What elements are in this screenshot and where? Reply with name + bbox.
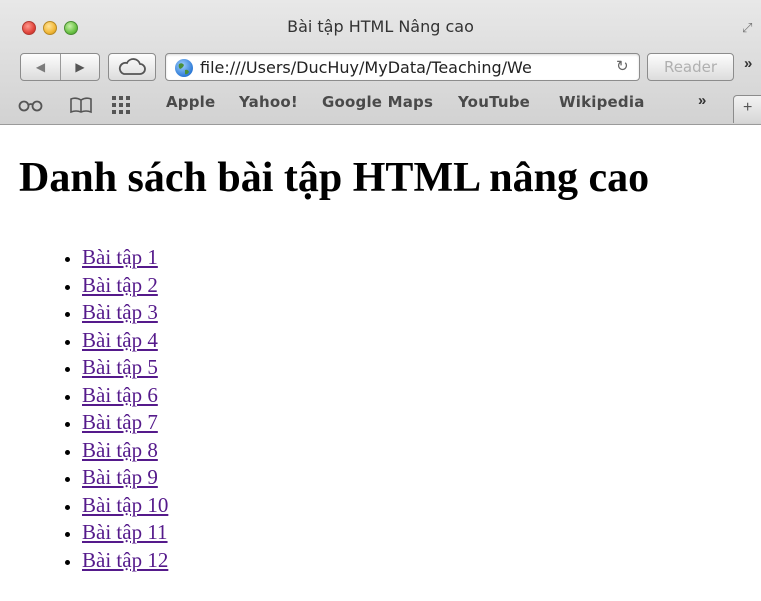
list-item: Bài tập 9	[82, 464, 168, 492]
bookmark-google-maps[interactable]: Google Maps	[322, 93, 433, 111]
exercise-link-11[interactable]: Bài tập 11	[82, 520, 168, 544]
exercise-link-12[interactable]: Bài tập 12	[82, 548, 168, 572]
list-item: Bài tập 2	[82, 272, 168, 300]
bookmark-youtube[interactable]: YouTube	[458, 93, 530, 111]
back-arrow-icon: ◀	[35, 60, 46, 74]
browser-chrome: Bài tập HTML Nâng cao ⤢ ◀ ▶ file:///User…	[0, 0, 761, 125]
exercise-link-10[interactable]: Bài tập 10	[82, 493, 168, 517]
navigation-buttons: ◀ ▶	[20, 53, 100, 81]
exercise-link-4[interactable]: Bài tập 4	[82, 328, 158, 352]
forward-button[interactable]: ▶	[61, 54, 99, 80]
list-item: Bài tập 6	[82, 382, 168, 410]
window-title: Bài tập HTML Nâng cao	[287, 17, 474, 36]
list-item: Bài tập 7	[82, 409, 168, 437]
bookmarks-book-icon[interactable]	[69, 96, 93, 114]
exercise-link-7[interactable]: Bài tập 7	[82, 410, 158, 434]
exercise-link-6[interactable]: Bài tập 6	[82, 383, 158, 407]
bookmark-yahoo[interactable]: Yahoo!	[239, 93, 298, 111]
exercise-link-1[interactable]: Bài tập 1	[82, 245, 158, 269]
exercise-link-3[interactable]: Bài tập 3	[82, 300, 158, 324]
back-button[interactable]: ◀	[21, 54, 61, 80]
list-item: Bài tập 11	[82, 519, 168, 547]
fullscreen-icon[interactable]: ⤢	[742, 20, 752, 36]
bookmarks-bar: Apple Yahoo! Google Maps YouTube Wikiped…	[0, 90, 761, 123]
new-tab-button[interactable]: +	[733, 95, 761, 123]
list-item: Bài tập 10	[82, 492, 168, 520]
list-item: Bài tập 5	[82, 354, 168, 382]
exercise-link-9[interactable]: Bài tập 9	[82, 465, 158, 489]
bookmarks-overflow-button[interactable]: »	[698, 92, 706, 109]
forward-arrow-icon: ▶	[75, 60, 85, 74]
top-sites-grid-icon[interactable]	[111, 95, 131, 115]
bookmark-apple[interactable]: Apple	[166, 93, 215, 111]
icloud-tabs-button[interactable]	[108, 53, 156, 81]
list-item: Bài tập 8	[82, 437, 168, 465]
address-bar[interactable]: file:///Users/DucHuy/MyData/Teaching/We …	[165, 53, 640, 81]
list-item: Bài tập 12	[82, 547, 168, 575]
reader-button[interactable]: Reader	[647, 53, 734, 81]
cloud-icon	[118, 58, 146, 75]
address-text[interactable]: file:///Users/DucHuy/MyData/Teaching/We	[200, 58, 600, 77]
exercise-link-2[interactable]: Bài tập 2	[82, 273, 158, 297]
bookmark-wikipedia[interactable]: Wikipedia	[559, 93, 645, 111]
toolbar-overflow-button[interactable]: »	[744, 55, 752, 72]
list-item: Bài tập 1	[82, 244, 168, 272]
page-title: Danh sách bài tập HTML nâng cao	[19, 155, 650, 201]
reload-icon[interactable]: ↻	[616, 57, 629, 75]
exercise-link-8[interactable]: Bài tập 8	[82, 438, 158, 462]
exercise-list: Bài tập 1 Bài tập 2 Bài tập 3 Bài tập 4 …	[0, 244, 168, 574]
reading-list-icon[interactable]	[18, 98, 44, 112]
list-item: Bài tập 4	[82, 327, 168, 355]
list-item: Bài tập 3	[82, 299, 168, 327]
page-content: Danh sách bài tập HTML nâng cao Bài tập …	[0, 126, 761, 601]
globe-icon	[175, 59, 193, 77]
exercise-link-5[interactable]: Bài tập 5	[82, 355, 158, 379]
